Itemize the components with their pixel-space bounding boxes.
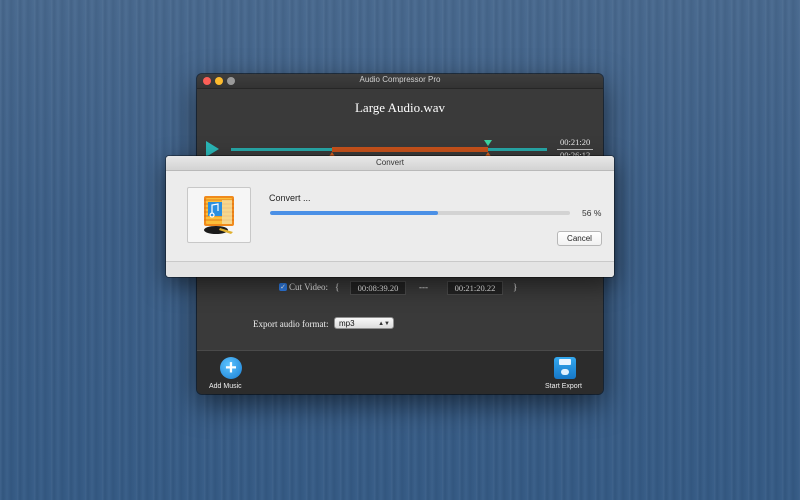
timeline-selection: [332, 147, 488, 152]
start-export-icon[interactable]: [554, 357, 576, 379]
convert-status-text: Convert ...: [269, 193, 311, 203]
cut-video-checkbox[interactable]: ✓: [279, 283, 287, 291]
titlebar: Audio Compressor Pro: [197, 74, 603, 89]
playhead-marker[interactable]: [484, 140, 492, 146]
add-music-button[interactable]: Add Music: [209, 383, 242, 390]
cut-video-row: ✓ Cut Video: { 00:08:39.20 --- 00:21:20.…: [279, 281, 599, 295]
brace-close: }: [513, 282, 518, 292]
dialog-title: Convert: [375, 158, 404, 167]
cut-start-time-field[interactable]: 00:08:39.20: [350, 281, 406, 295]
file-name-title: Large Audio.wav: [354, 100, 446, 115]
bottom-toolbar: + Add Music Start Export: [197, 350, 603, 394]
audio-compressor-app-icon: [204, 196, 234, 234]
cut-video-label: Cut Video:: [289, 282, 329, 292]
add-music-icon[interactable]: +: [220, 357, 242, 379]
export-format-value: mp3: [339, 319, 355, 328]
dialog-footer: [166, 261, 614, 277]
cancel-button[interactable]: Cancel: [557, 231, 602, 246]
window-title: Audio Compressor Pro: [359, 75, 441, 84]
progress-fill: [270, 211, 438, 215]
play-icon[interactable]: [206, 141, 219, 157]
progress-percent: 56 %: [582, 208, 602, 218]
convert-dialog: Convert Convert ... 56 % Cancel: [166, 156, 614, 277]
export-format-label: Export audio format:: [253, 319, 329, 329]
app-icon-frame: [187, 187, 251, 243]
start-export-button[interactable]: Start Export: [545, 383, 582, 390]
dialog-titlebar: Convert: [166, 156, 614, 171]
progress-bar: [270, 211, 570, 215]
export-format-select[interactable]: mp3 ▲▼: [334, 317, 394, 329]
current-time: 00:21:20: [560, 137, 591, 147]
range-separator: ---: [419, 282, 428, 292]
cut-end-time-field[interactable]: 00:21:20.22: [447, 281, 503, 295]
select-arrows-icon: ▲▼: [378, 321, 390, 327]
brace-open: {: [335, 282, 340, 292]
